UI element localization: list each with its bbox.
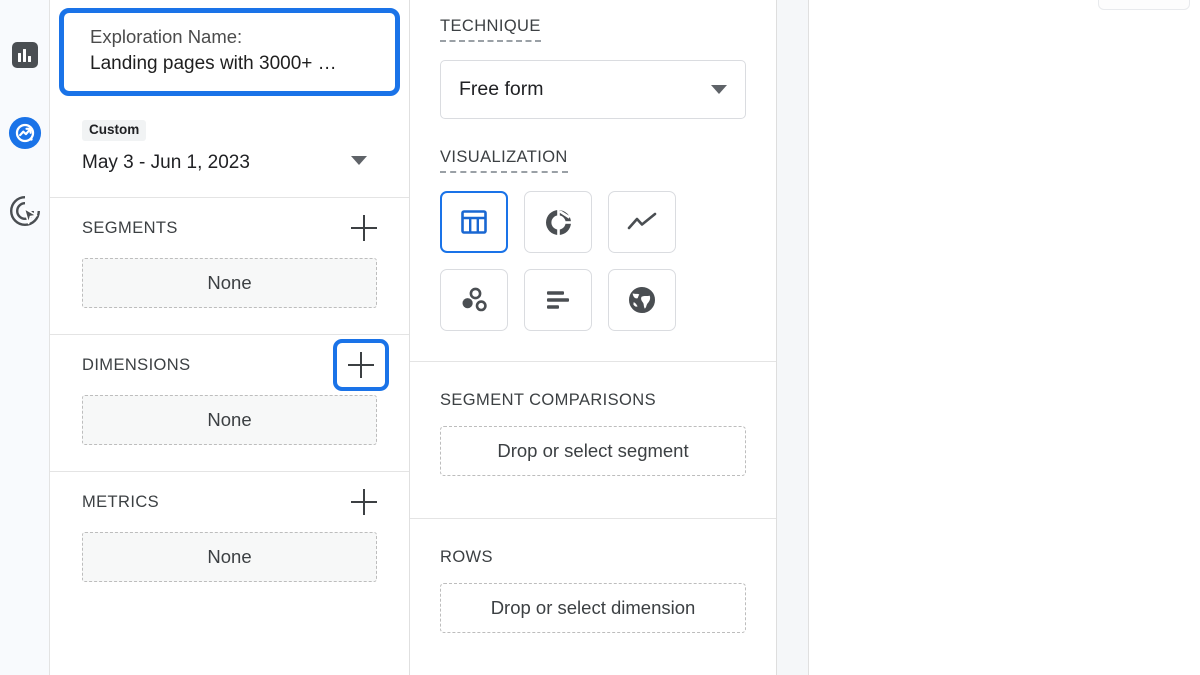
bar-chart-badge-icon (11, 42, 38, 68)
dimensions-section: DIMENSIONS None (50, 334, 409, 445)
segments-header: SEGMENTS (82, 198, 377, 258)
scatter-chart-icon (462, 287, 487, 312)
viz-bar-chart-option[interactable] (524, 269, 592, 331)
free-form-table-icon (461, 210, 487, 234)
exploration-name-card-wrapper: Exploration Name: Landing pages with 300… (50, 0, 409, 96)
date-range-value: May 3 - Jun 1, 2023 (82, 152, 250, 173)
technique-label: TECHNIQUE (440, 16, 541, 42)
segment-comparisons-block: SEGMENT COMPARISONS Drop or select segme… (410, 361, 776, 518)
add-dimension-highlight-box[interactable] (333, 339, 389, 391)
dimensions-empty-dropzone[interactable]: None (82, 395, 377, 445)
viz-line-chart-option[interactable] (608, 191, 676, 253)
dimensions-header: DIMENSIONS (82, 335, 389, 395)
rows-label: ROWS (440, 548, 493, 566)
bar-chart-icon (547, 291, 569, 309)
segments-title: SEGMENTS (82, 218, 178, 237)
technique-block: TECHNIQUE Free form (410, 0, 776, 119)
exploration-name-label: Exploration Name: (90, 26, 243, 47)
rows-block: ROWS Drop or select dimension (410, 518, 776, 633)
ga4-explore-screen: Exploration Name: Landing pages with 300… (0, 0, 1200, 675)
segment-comparisons-label: SEGMENT COMPARISONS (440, 391, 657, 409)
explore-trending-icon (8, 116, 41, 150)
chevron-down-icon[interactable] (351, 156, 367, 165)
canvas-toolbar-button-partial[interactable] (1098, 0, 1190, 10)
left-nav-rail (0, 0, 49, 675)
exploration-name-card[interactable]: Exploration Name: Landing pages with 300… (59, 8, 400, 96)
date-range-selector[interactable]: Custom May 3 - Jun 1, 2023 (50, 96, 409, 197)
panel-gutter (777, 0, 809, 675)
metrics-section: METRICS None (50, 471, 409, 582)
line-chart-icon (627, 212, 657, 230)
viz-scatter-chart-option[interactable] (440, 269, 508, 331)
reports-badge-icon[interactable] (8, 38, 42, 72)
visualization-options (440, 191, 746, 361)
metrics-header: METRICS (82, 472, 377, 532)
add-metric-plus-icon[interactable] (351, 489, 377, 515)
geo-map-icon (629, 287, 655, 313)
exploration-canvas (809, 0, 1200, 675)
technique-select[interactable]: Free form (440, 60, 746, 119)
donut-chart-icon (545, 207, 573, 237)
viz-geo-map-option[interactable] (608, 269, 676, 331)
technique-select-value: Free form (459, 78, 544, 100)
dimensions-title: DIMENSIONS (82, 355, 191, 374)
visualization-block: VISUALIZATION (410, 119, 776, 361)
viz-donut-chart-option[interactable] (524, 191, 592, 253)
visualization-label: VISUALIZATION (440, 147, 568, 173)
rows-dropzone[interactable]: Drop or select dimension (440, 583, 746, 633)
add-dimension-plus-icon[interactable] (348, 352, 374, 378)
segment-comparisons-dropzone[interactable]: Drop or select segment (440, 426, 746, 476)
metrics-title: METRICS (82, 492, 160, 511)
metrics-empty-dropzone[interactable]: None (82, 532, 377, 582)
chevron-down-icon (711, 85, 727, 94)
segments-section: SEGMENTS None (50, 197, 409, 308)
target-cursor-icon (9, 196, 40, 226)
date-range-chip: Custom (82, 120, 147, 141)
advertising-icon[interactable] (8, 194, 42, 228)
add-segment-plus-icon[interactable] (351, 215, 377, 241)
tab-settings-panel: TECHNIQUE Free form VISUALIZATION SEGMEN… (410, 0, 777, 675)
variables-panel: Exploration Name: Landing pages with 300… (49, 0, 410, 675)
viz-free-form-table-option[interactable] (440, 191, 508, 253)
explore-icon[interactable] (8, 116, 42, 150)
segments-empty-dropzone[interactable]: None (82, 258, 377, 308)
exploration-name-value[interactable]: Landing pages with 3000+ … (90, 50, 379, 77)
